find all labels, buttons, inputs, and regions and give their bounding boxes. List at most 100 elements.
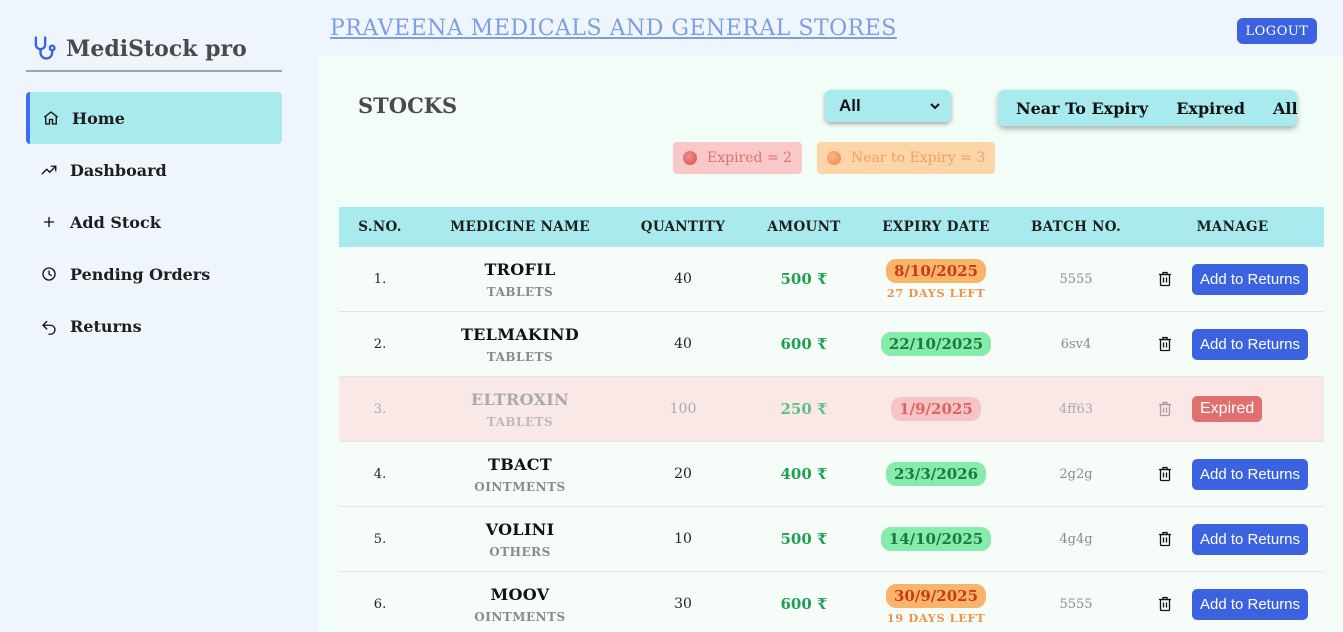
sidebar-item-pending-orders[interactable]: Pending Orders xyxy=(26,248,282,300)
expiry-filter-segment: Near To Expiry Expired All xyxy=(998,90,1298,126)
add-to-returns-button[interactable]: Add to Returns xyxy=(1192,263,1308,295)
expired-count-badge: Expired = 2 xyxy=(673,142,803,174)
table-body: 1. TROFIL TABLETS 40 500 ₹ 8/10/2025 27 DAYS L… xyxy=(339,247,1324,632)
sidebar-item-label: Pending Orders xyxy=(70,264,211,284)
table-row: 5. VOLINI OTHERS 10 500 ₹ 14/10/2025 4g4g Add t… xyxy=(339,507,1324,572)
cell-batch: 4g4g xyxy=(1059,531,1093,547)
filter-select-value: All xyxy=(839,96,861,115)
add-to-returns-button[interactable]: Add to Returns xyxy=(1192,328,1308,360)
category-filter-select[interactable]: All xyxy=(825,90,951,122)
cell-expiry: 8/10/2025 27 DAYS LEFT xyxy=(861,258,1011,300)
trash-icon[interactable] xyxy=(1158,596,1172,612)
app-root: MediStock pro Home Dashboard Add Stock P… xyxy=(0,0,1343,632)
cell-sno: 5. xyxy=(373,531,387,547)
sidebar-item-home[interactable]: Home xyxy=(26,92,282,144)
cell-manage: Add to Returns xyxy=(1141,523,1324,555)
cell-quantity: 100 xyxy=(669,401,697,417)
cell-sno: 1. xyxy=(373,271,387,287)
logout-button[interactable]: LOGOUT xyxy=(1237,18,1317,44)
cell-medicine: VOLINI OTHERS xyxy=(421,520,619,559)
medicine-name: TROFIL xyxy=(484,259,556,279)
col-header-quantity: QUANTITY xyxy=(640,219,726,235)
medicine-name: TELMAKIND xyxy=(460,324,580,344)
cell-expiry: 30/9/2025 19 DAYS LEFT xyxy=(861,583,1011,625)
cell-amount: 600 ₹ xyxy=(780,595,828,613)
trash-icon[interactable] xyxy=(1158,531,1172,547)
cell-amount: 500 ₹ xyxy=(780,530,828,548)
medicine-category: OINTMENTS xyxy=(474,479,566,494)
filter-expired[interactable]: Expired xyxy=(1176,99,1245,118)
brand-name: MediStock pro xyxy=(66,36,247,62)
stethoscope-icon xyxy=(34,36,56,60)
col-header-manage: MANAGE xyxy=(1196,219,1269,235)
cell-manage: Add to Returns xyxy=(1141,328,1324,360)
col-header-expiry-date: EXPIRY DATE xyxy=(882,219,990,235)
medicine-name: TBACT xyxy=(488,454,552,474)
near-expiry-count-label: Near to Expiry = 3 xyxy=(851,150,986,166)
cell-manage: Add to Returns xyxy=(1141,263,1324,295)
cell-sno: 3. xyxy=(373,401,387,417)
cell-amount: 250 ₹ xyxy=(780,400,828,418)
col-header-sno: S.NO. xyxy=(358,219,402,235)
cell-manage: Add to Returns xyxy=(1141,588,1324,620)
medicine-category: TABLETS xyxy=(486,284,554,299)
cell-medicine: TROFIL TABLETS xyxy=(421,260,619,299)
cell-manage: Expired xyxy=(1141,396,1324,422)
expired-count-label: Expired = 2 xyxy=(707,150,793,166)
sidebar-item-add-stock[interactable]: Add Stock xyxy=(26,196,282,248)
medicine-name: VOLINI xyxy=(485,519,555,539)
cell-amount: 600 ₹ xyxy=(780,335,828,353)
days-left-label: 27 DAYS LEFT xyxy=(886,285,986,300)
filter-all[interactable]: All xyxy=(1273,99,1298,118)
add-to-returns-button[interactable]: Add to Returns xyxy=(1192,588,1308,620)
sidebar-item-label: Dashboard xyxy=(70,160,167,180)
cell-sno: 4. xyxy=(373,466,387,482)
cell-batch: 5555 xyxy=(1059,271,1093,287)
col-header-medicine-name: MEDICINE NAME xyxy=(450,219,590,235)
trash-icon[interactable] xyxy=(1158,401,1172,417)
medicine-name: ELTROXIN xyxy=(471,389,569,409)
undo-icon xyxy=(42,320,56,335)
filter-near-to-expiry[interactable]: Near To Expiry xyxy=(1016,99,1148,118)
expiry-date-pill: 14/10/2025 xyxy=(880,527,992,551)
sidebar-item-label: Returns xyxy=(70,316,142,336)
table-row: 6. MOOV OINTMENTS 30 600 ₹ 30/9/2025 19 DAYS L… xyxy=(339,572,1324,632)
main-content: STOCKS All Near To Expiry Expired All Ex… xyxy=(318,57,1343,632)
col-header-amount: AMOUNT xyxy=(767,219,841,235)
header: PRAVEENA MEDICALS AND GENERAL STORES LOG… xyxy=(318,2,1343,57)
sidebar-item-label: Home xyxy=(72,108,125,128)
near-expiry-dot-icon xyxy=(827,151,841,165)
cell-batch: 6sv4 xyxy=(1060,336,1092,352)
sidebar-item-dashboard[interactable]: Dashboard xyxy=(26,144,282,196)
add-to-returns-button[interactable]: Add to Returns xyxy=(1192,523,1308,555)
stocks-table: S.NO. MEDICINE NAME QUANTITY AMOUNT EXPI… xyxy=(339,207,1324,632)
table-row: 1. TROFIL TABLETS 40 500 ₹ 8/10/2025 27 DAYS L… xyxy=(339,247,1324,312)
medicine-category: OINTMENTS xyxy=(474,609,566,624)
cell-sno: 2. xyxy=(373,336,387,352)
clock-icon xyxy=(42,267,56,281)
medicine-name: MOOV xyxy=(490,584,550,604)
brand: MediStock pro xyxy=(26,34,282,72)
trending-up-icon xyxy=(41,165,57,175)
cell-expiry: 23/3/2026 xyxy=(861,462,1011,486)
expired-status-tag: Expired xyxy=(1192,396,1263,422)
cell-expiry: 14/10/2025 xyxy=(861,527,1011,551)
table-header: S.NO. MEDICINE NAME QUANTITY AMOUNT EXPI… xyxy=(339,207,1324,247)
trash-icon[interactable] xyxy=(1158,336,1172,352)
cell-medicine: MOOV OINTMENTS xyxy=(421,585,619,624)
cell-batch: 2g2g xyxy=(1059,466,1093,482)
medicine-category: TABLETS xyxy=(486,349,554,364)
cell-quantity: 20 xyxy=(674,466,692,482)
trash-icon[interactable] xyxy=(1158,271,1172,287)
add-to-returns-button[interactable]: Add to Returns xyxy=(1192,458,1308,490)
cell-sno: 6. xyxy=(373,596,387,612)
table-row: 2. TELMAKIND TABLETS 40 600 ₹ 22/10/2025 6sv4 A… xyxy=(339,312,1324,377)
table-row: 4. TBACT OINTMENTS 20 400 ₹ 23/3/2026 2g2g Add … xyxy=(339,442,1324,507)
expiry-date-pill: 8/10/2025 xyxy=(885,258,987,283)
medicine-category: TABLETS xyxy=(486,414,554,429)
plus-icon xyxy=(43,216,55,228)
sidebar-item-returns[interactable]: Returns xyxy=(26,300,282,352)
cell-medicine: ELTROXIN TABLETS xyxy=(421,390,619,429)
home-icon xyxy=(43,111,59,125)
trash-icon[interactable] xyxy=(1158,466,1172,482)
